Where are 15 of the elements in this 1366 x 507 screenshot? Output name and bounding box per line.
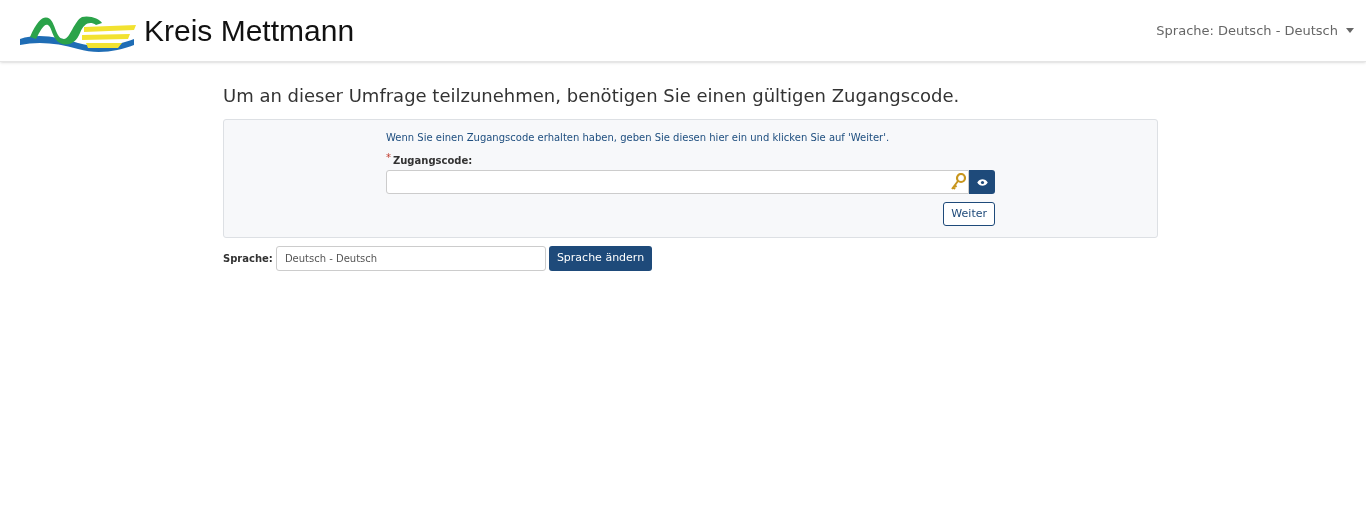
caret-icon [1346,28,1354,33]
required-mark: * [386,153,391,163]
field-label: Zugangscode: [393,154,473,168]
access-code-field[interactable] [386,170,969,194]
hint-text: Wenn Sie einen Zugangscode erhalten haben, geben Sie diesen hier ein und klicken Sie auf 'Weiter'. [386,131,891,145]
logo-text: Kreis Mettmann [144,15,355,46]
language-label: Sprache: [223,252,273,266]
language-menu[interactable]: Sprache: Deutsch - Deutsch [1156,20,1354,41]
continue-button[interactable]: Weiter [943,202,995,226]
page-title: Um an dieser Umfrage teilzunehmen, benötigen Sie einen gültigen Zugangscode. [223,84,961,108]
eye-icon [976,178,988,186]
language-select[interactable]: Deutsch - Deutsch [275,246,546,271]
show-password-button[interactable] [969,170,995,194]
change-language-button[interactable]: Sprache ändern [548,246,653,271]
key-icon [950,173,966,191]
